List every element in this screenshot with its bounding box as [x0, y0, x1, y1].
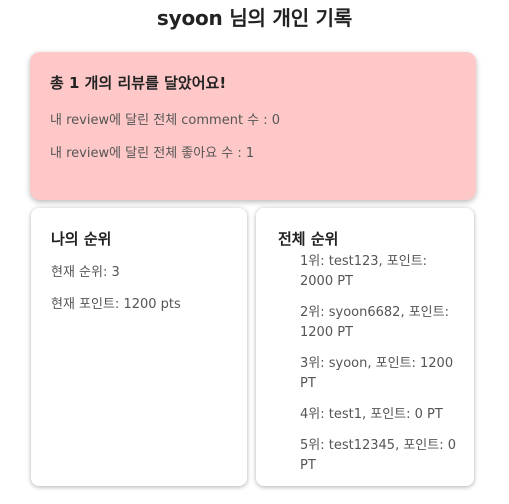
- current-rank-text: 현재 순위: 3: [51, 265, 120, 280]
- my-rank-heading: 나의 순위: [51, 230, 112, 248]
- overall-rank-heading: 전체 순위: [278, 230, 339, 248]
- rank-list-item: 3위: syoon, 포인트: 1200 PT: [300, 356, 454, 391]
- overall-rank-card: 전체 순위 1위: test123, 포인트: 2000 PT 2위: syoo…: [256, 208, 474, 486]
- personal-record-page: syoon 님의 개인 기록 총 1 개의 리뷰를 달았어요! 내 review…: [0, 0, 509, 504]
- current-points-text: 현재 포인트: 1200 pts: [51, 297, 181, 312]
- rank-list-item: 5위: test12345, 포인트: 0 PT: [300, 438, 456, 473]
- rank-list-item: 1위: test123, 포인트: 2000 PT: [300, 254, 428, 289]
- rank-list-item: 4위: test1, 포인트: 0 PT: [300, 407, 443, 422]
- my-rank-card: 나의 순위 현재 순위: 3 현재 포인트: 1200 pts: [31, 208, 247, 486]
- rank-list: 1위: test123, 포인트: 2000 PT 2위: syoon6682,…: [278, 252, 460, 476]
- review-count-heading: 총 1 개의 리뷰를 달았어요!: [50, 74, 227, 92]
- like-count-text: 내 review에 달린 전체 좋아요 수 : 1: [50, 146, 255, 161]
- comment-count-text: 내 review에 달린 전체 comment 수 : 0: [50, 113, 281, 128]
- review-summary-card: 총 1 개의 리뷰를 달았어요! 내 review에 달린 전체 comment…: [30, 52, 476, 200]
- rank-list-item: 2위: syoon6682, 포인트: 1200 PT: [300, 305, 449, 340]
- page-title: syoon 님의 개인 기록: [156, 6, 353, 30]
